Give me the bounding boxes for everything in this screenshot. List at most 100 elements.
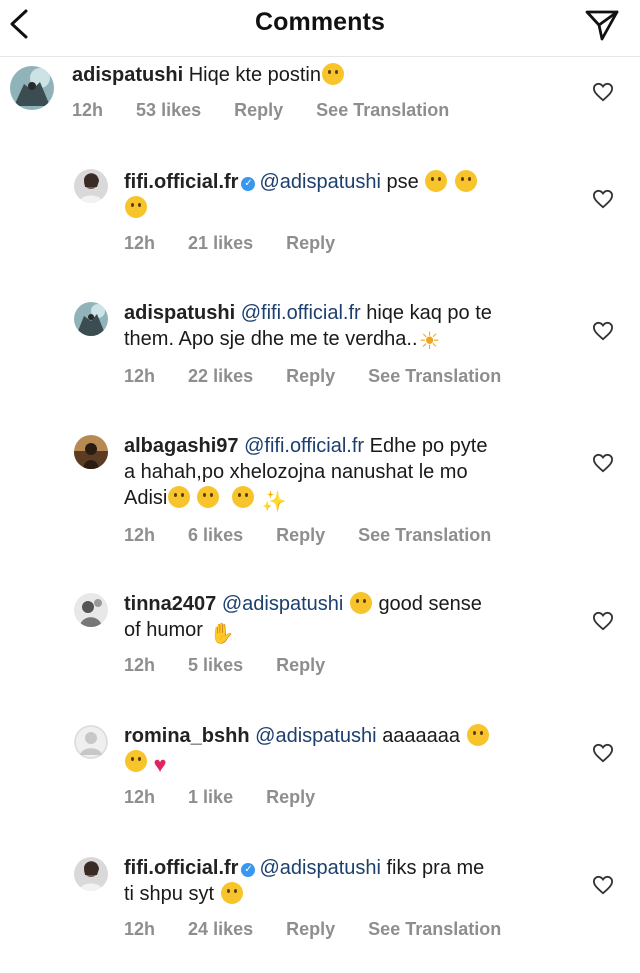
comment-body: pse bbox=[386, 171, 419, 193]
sun-icon: ☀ bbox=[418, 328, 441, 355]
heart-outline-icon[interactable] bbox=[592, 453, 614, 473]
heart-outline-icon[interactable] bbox=[592, 321, 614, 341]
comment-username[interactable]: albagashi97 bbox=[124, 435, 239, 457]
comment-item: adispatushi @fifi.official.fr hiqe kaq p… bbox=[0, 298, 640, 398]
header-bar: Comments bbox=[0, 0, 640, 57]
avatar[interactable] bbox=[10, 66, 54, 110]
comment-meta: 12h 6 likes Reply See Translation bbox=[124, 525, 519, 546]
comment-meta: 12h 21 likes Reply bbox=[124, 233, 363, 254]
comment-item: tinna2407 @adispatushi good sense of hum… bbox=[0, 589, 640, 689]
comment-time: 12h bbox=[124, 233, 156, 253]
crying-laughing-face-icon bbox=[220, 882, 243, 904]
star-struck-face-icon bbox=[197, 486, 220, 508]
comment-username[interactable]: tinna2407 bbox=[124, 593, 216, 615]
comment-item: adispatushi Hiqe kte postin 12h 53 likes… bbox=[0, 60, 640, 130]
comment-likes[interactable]: 6 likes bbox=[188, 525, 243, 546]
rolling-laughing-face-icon bbox=[168, 486, 191, 508]
comments-screen: Comments adispatushi Hiqe kte postin 12h… bbox=[0, 0, 640, 973]
page-title: Comments bbox=[255, 8, 385, 36]
see-translation-button[interactable]: See Translation bbox=[316, 100, 449, 121]
heart-outline-icon[interactable] bbox=[592, 82, 614, 102]
reply-button[interactable]: Reply bbox=[276, 655, 325, 676]
comment-text: fifi.official.fr ✓ @adispatushi pse bbox=[124, 169, 564, 221]
comment-time: 12h bbox=[124, 525, 156, 545]
grinning-sweat-face-icon bbox=[425, 170, 448, 192]
comment-body-line2: them. Apo sje dhe me te verdha.. bbox=[124, 328, 418, 350]
comment-time: 12h bbox=[124, 655, 156, 675]
avatar[interactable] bbox=[74, 857, 108, 891]
comment-time: 12h bbox=[124, 919, 156, 939]
comment-body-line2: ti shpu syt bbox=[124, 883, 215, 905]
comment-likes[interactable]: 53 likes bbox=[136, 100, 201, 121]
comment-body: aaaaaaa bbox=[382, 725, 461, 747]
comment-meta: 12h 53 likes Reply See Translation bbox=[72, 100, 477, 121]
comment-meta: 12h 1 like Reply bbox=[124, 787, 343, 808]
comment-likes[interactable]: 21 likes bbox=[188, 233, 253, 254]
comment-username[interactable]: adispatushi bbox=[72, 64, 183, 86]
comment-text: romina_bshh @adispatushi aaaaaaa ♥ bbox=[124, 723, 564, 776]
comment-body-line2: a hahah,po xhelozojna nanushat le mo bbox=[124, 461, 468, 483]
see-translation-button[interactable]: See Translation bbox=[358, 525, 491, 546]
comment-item: romina_bshh @adispatushi aaaaaaa ♥ 12h 1… bbox=[0, 721, 640, 821]
comment-item: albagashi97 @fifi.official.fr Edhe po py… bbox=[0, 431, 640, 556]
share-button[interactable] bbox=[584, 6, 620, 42]
comment-username[interactable]: fifi.official.fr bbox=[124, 171, 238, 193]
comment-mention[interactable]: @adispatushi bbox=[222, 593, 343, 615]
avatar[interactable] bbox=[74, 302, 108, 336]
comment-meta: 12h 5 likes Reply bbox=[124, 655, 353, 676]
red-heart-icon: ♥ bbox=[153, 752, 167, 777]
avatar[interactable] bbox=[74, 169, 108, 203]
sparkles-icon: ✨ bbox=[261, 491, 287, 513]
reply-button[interactable]: Reply bbox=[286, 366, 335, 387]
reply-button[interactable]: Reply bbox=[286, 233, 335, 254]
reply-button[interactable]: Reply bbox=[276, 525, 325, 546]
grinning-sweat-face-icon bbox=[125, 196, 147, 218]
crying-laughing-face-icon bbox=[349, 592, 372, 614]
comment-text: adispatushi Hiqe kte postin bbox=[72, 62, 542, 88]
grinning-sweat-face-icon bbox=[454, 170, 477, 192]
raising-hands-icon: ✋ bbox=[209, 623, 235, 645]
heart-eyes-face-icon bbox=[466, 724, 489, 746]
comment-username[interactable]: adispatushi bbox=[124, 302, 235, 324]
comment-body: Hiqe kte postin bbox=[188, 64, 321, 86]
comment-item: fifi.official.fr ✓ @adispatushi fiks pra m… bbox=[0, 853, 640, 953]
reply-button[interactable]: Reply bbox=[266, 787, 315, 808]
avatar[interactable] bbox=[74, 435, 108, 469]
heart-outline-icon[interactable] bbox=[592, 743, 614, 763]
comment-likes[interactable]: 22 likes bbox=[188, 366, 253, 387]
comment-username[interactable]: romina_bshh bbox=[124, 725, 250, 747]
comment-mention[interactable]: @adispatushi bbox=[255, 725, 376, 747]
heart-outline-icon[interactable] bbox=[592, 875, 614, 895]
comment-username[interactable]: fifi.official.fr bbox=[124, 857, 238, 879]
comment-text: adispatushi @fifi.official.fr hiqe kaq p… bbox=[124, 300, 564, 355]
comment-mention[interactable]: @fifi.official.fr bbox=[244, 435, 364, 457]
heart-outline-icon[interactable] bbox=[592, 189, 614, 209]
comment-mention[interactable]: @fifi.official.fr bbox=[241, 302, 361, 324]
comment-meta: 12h 22 likes Reply See Translation bbox=[124, 366, 529, 387]
comment-likes[interactable]: 5 likes bbox=[188, 655, 243, 676]
see-translation-button[interactable]: See Translation bbox=[368, 919, 501, 940]
verified-badge-icon: ✓ bbox=[241, 863, 256, 877]
avatar[interactable] bbox=[74, 593, 108, 627]
thinking-face-icon bbox=[322, 63, 344, 85]
comment-body-line1: good sense bbox=[378, 593, 482, 615]
reply-button[interactable]: Reply bbox=[286, 919, 335, 940]
comment-body-line3: Adisi bbox=[124, 487, 168, 509]
avatar[interactable] bbox=[74, 725, 108, 759]
comment-text: albagashi97 @fifi.official.fr Edhe po py… bbox=[124, 433, 564, 513]
see-translation-button[interactable]: See Translation bbox=[368, 366, 501, 387]
comment-time: 12h bbox=[72, 100, 104, 120]
heart-outline-icon[interactable] bbox=[592, 611, 614, 631]
comment-text: tinna2407 @adispatushi good sense of hum… bbox=[124, 591, 564, 645]
comment-time: 12h bbox=[124, 366, 156, 386]
comment-mention[interactable]: @adispatushi bbox=[259, 857, 380, 879]
comment-body-line1: Edhe po pyte bbox=[369, 435, 488, 457]
heart-eyes-cat-icon bbox=[231, 486, 254, 508]
comment-mention[interactable]: @adispatushi bbox=[259, 171, 380, 193]
reply-button[interactable]: Reply bbox=[234, 100, 283, 121]
comment-body-line2: of humor bbox=[124, 619, 203, 641]
comment-body-line1: hiqe kaq po te bbox=[366, 302, 492, 324]
comment-time: 12h bbox=[124, 787, 156, 807]
comment-likes[interactable]: 1 like bbox=[188, 787, 233, 808]
comment-likes[interactable]: 24 likes bbox=[188, 919, 253, 940]
